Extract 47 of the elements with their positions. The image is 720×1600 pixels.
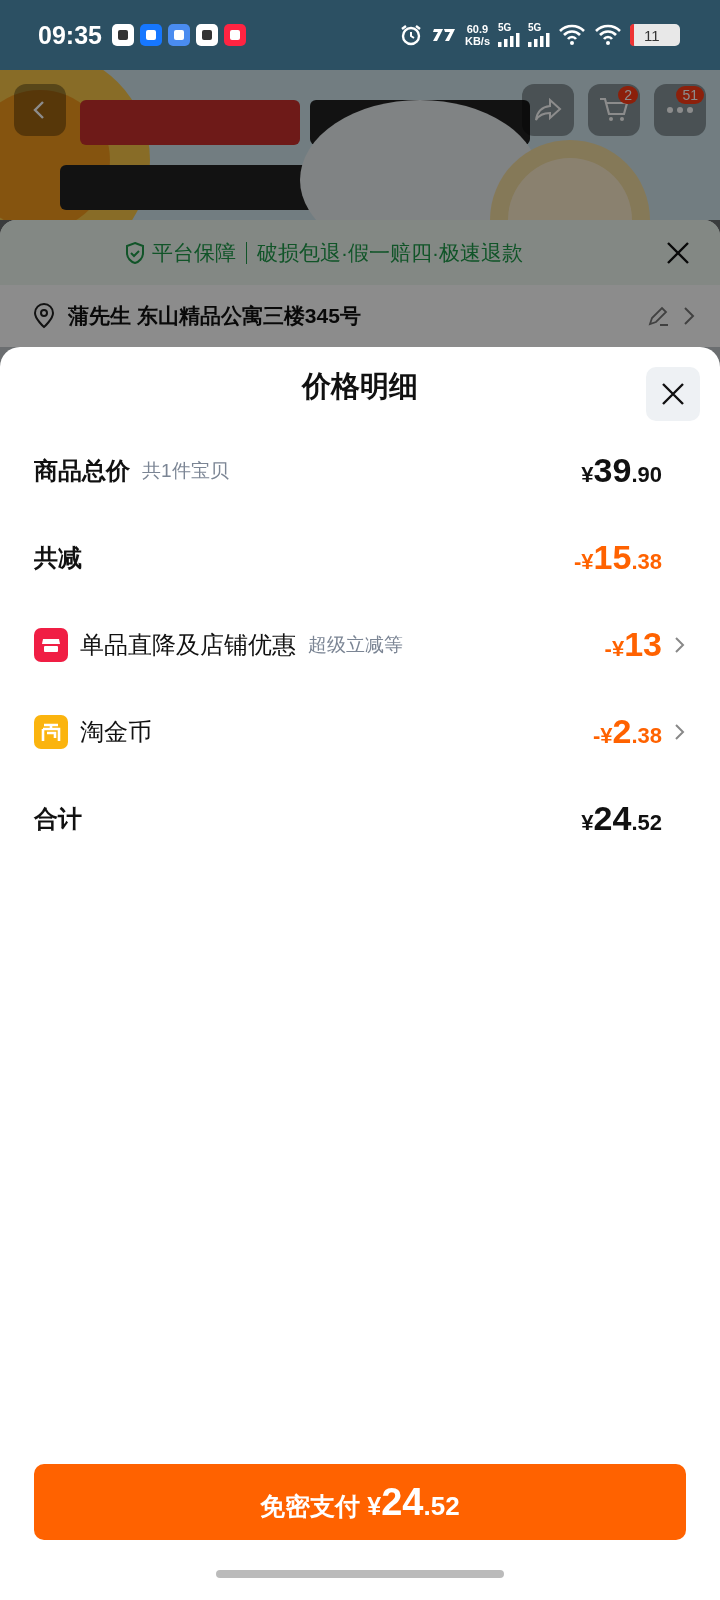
price-row-label: 共减 [34, 542, 82, 573]
wifi-icon [594, 24, 622, 46]
clock-time: 09:35 [38, 20, 102, 50]
network-logo-icon [430, 27, 457, 43]
shipping-address: 蒲先生 东山精品公寓三楼345号 [68, 303, 362, 329]
price-amount: -¥15.38 [574, 538, 662, 577]
price-amount: ¥24.52 [581, 799, 662, 838]
price-row-label: 合计 [34, 803, 82, 834]
price-amount: -¥13 [604, 625, 662, 664]
battery-icon: 11 [630, 24, 680, 46]
shield-icon [124, 240, 146, 265]
wifi-icon [558, 24, 586, 46]
pay-button[interactable]: 免密支付 ¥24.52 [34, 1464, 686, 1540]
store-icon [34, 627, 68, 662]
more-icon [667, 107, 693, 113]
chevron-right-icon[interactable] [674, 634, 686, 655]
speed-unit: KB/s [464, 35, 490, 47]
network-type: 5G [498, 23, 512, 33]
guarantee-label: 平台保障 [152, 239, 236, 266]
chevron-right-icon [682, 305, 696, 327]
network-type: 5G [528, 23, 542, 33]
price-row-label: 商品总价 [34, 455, 130, 486]
chevron-right-icon[interactable] [674, 721, 686, 742]
price-amount: -¥2.38 [592, 712, 662, 751]
app-notification-icon [139, 24, 162, 46]
app-notification-icon [167, 24, 190, 46]
app-notification-icon [223, 24, 246, 46]
signal-icon [498, 33, 520, 47]
close-icon [666, 240, 690, 265]
price-row-note: 共1件宝贝 [142, 458, 229, 483]
price-row-label: 淘金币 [80, 716, 152, 747]
message-count-badge: 51 [676, 86, 704, 104]
signal-icon [528, 33, 550, 47]
network-speed: 60.9 [466, 23, 489, 35]
app-notification-icon [111, 24, 134, 46]
price-amount: ¥39.90 [581, 451, 662, 490]
share-icon [534, 98, 562, 122]
guarantee-text: 破损包退·假一赔四·极速退款 [257, 239, 523, 266]
price-row-note: 超级立减等 [308, 632, 403, 657]
app-notification-icon [195, 24, 218, 46]
price-row-label: 单品直降及店铺优惠 [80, 629, 296, 660]
close-icon [661, 382, 685, 406]
sheet-title: 价格明细 [302, 369, 418, 404]
close-button[interactable] [646, 367, 700, 421]
coin-icon [34, 714, 68, 749]
edit-icon [646, 304, 670, 328]
location-pin-icon [32, 303, 56, 329]
